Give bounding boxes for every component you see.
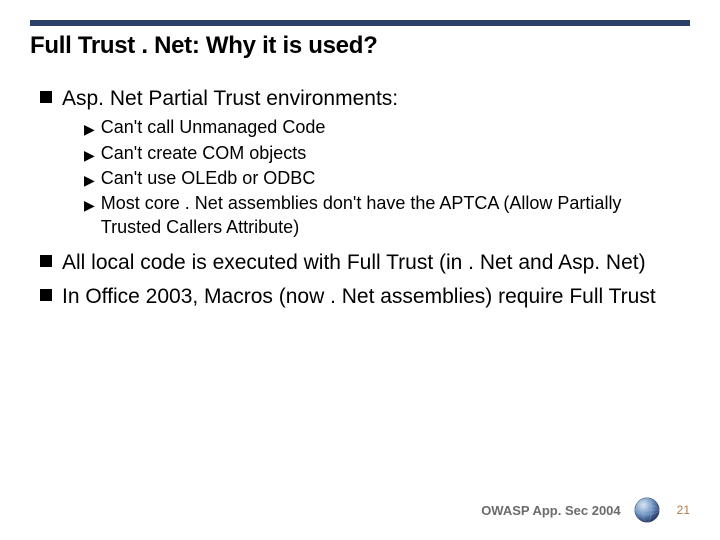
footer: OWASP App. Sec 2004 21 [481, 496, 690, 524]
sub-bullet-item: ▶ Can't use OLEdb or ODBC [84, 167, 680, 190]
sub-bullet-item: ▶ Can't call Unmanaged Code [84, 116, 680, 139]
arrow-bullet-icon: ▶ [84, 196, 95, 214]
sub-bullet-item: ▶ Most core . Net assemblies don't have … [84, 192, 680, 239]
sub-bullet-text: Most core . Net assemblies don't have th… [101, 192, 680, 239]
slide: Full Trust . Net: Why it is used? Asp. N… [0, 0, 720, 540]
content-area: Asp. Net Partial Trust environments: ▶ C… [40, 85, 680, 314]
bullet-text: In Office 2003, Macros (now . Net assemb… [62, 283, 656, 310]
page-number: 21 [677, 503, 690, 517]
sub-bullet-text: Can't use OLEdb or ODBC [101, 167, 316, 190]
bullet-text: Asp. Net Partial Trust environments: [62, 85, 398, 112]
footer-text: OWASP App. Sec 2004 [481, 503, 620, 518]
arrow-bullet-icon: ▶ [84, 171, 95, 189]
arrow-bullet-icon: ▶ [84, 120, 95, 138]
globe-icon [633, 496, 661, 524]
title-area: Full Trust . Net: Why it is used? [30, 20, 690, 60]
square-bullet-icon [40, 91, 52, 103]
bullet-item: All local code is executed with Full Tru… [40, 249, 680, 276]
sub-list: ▶ Can't call Unmanaged Code ▶ Can't crea… [84, 116, 680, 239]
sub-bullet-text: Can't create COM objects [101, 142, 307, 165]
bullet-item: In Office 2003, Macros (now . Net assemb… [40, 283, 680, 310]
bullet-text: All local code is executed with Full Tru… [62, 249, 646, 276]
bullet-item: Asp. Net Partial Trust environments: [40, 85, 680, 112]
title-bar [30, 20, 690, 26]
arrow-bullet-icon: ▶ [84, 146, 95, 164]
sub-bullet-text: Can't call Unmanaged Code [101, 116, 326, 139]
square-bullet-icon [40, 289, 52, 301]
slide-title: Full Trust . Net: Why it is used? [30, 32, 690, 60]
square-bullet-icon [40, 255, 52, 267]
sub-bullet-item: ▶ Can't create COM objects [84, 142, 680, 165]
